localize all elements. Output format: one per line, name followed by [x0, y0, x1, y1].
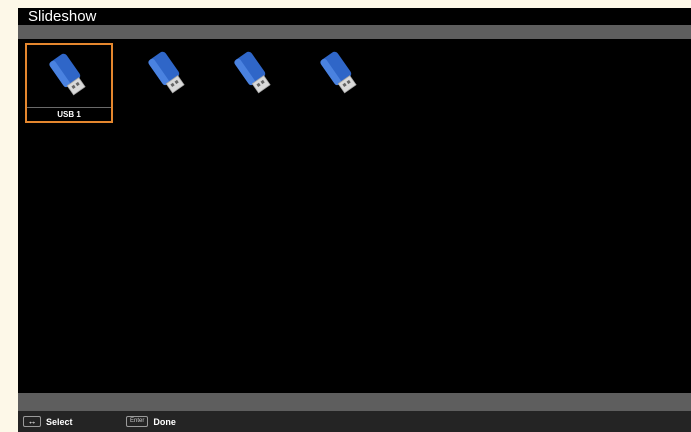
device-usb-4[interactable]: [298, 43, 386, 123]
device-usb-2[interactable]: [126, 43, 214, 123]
footer-band: [18, 393, 691, 411]
device-usb-1[interactable]: USB 1: [25, 43, 113, 123]
usb-drive-icon: [49, 53, 86, 96]
left-right-arrow-key-icon: ↔: [23, 416, 41, 427]
done-hint: Enter Done: [126, 416, 176, 427]
page-title: Slideshow: [28, 8, 97, 25]
select-hint-label: Select: [46, 416, 73, 427]
done-hint-label: Done: [153, 416, 176, 427]
usb-drive-icon: [148, 51, 185, 94]
usb-drive-icon: [320, 51, 357, 94]
device-label: USB 1: [27, 107, 111, 119]
usb-drive-icon: [234, 51, 271, 94]
projector-screen: Slideshow USB 1 ↔ Select Enter Done: [18, 8, 691, 432]
key-hint-bar: ↔ Select Enter Done: [18, 411, 691, 432]
device-usb-3[interactable]: [212, 43, 300, 123]
header-band: [18, 25, 691, 39]
select-hint: ↔ Select: [23, 416, 73, 427]
enter-key-icon: Enter: [126, 416, 149, 427]
device-grid: USB 1: [18, 39, 691, 393]
